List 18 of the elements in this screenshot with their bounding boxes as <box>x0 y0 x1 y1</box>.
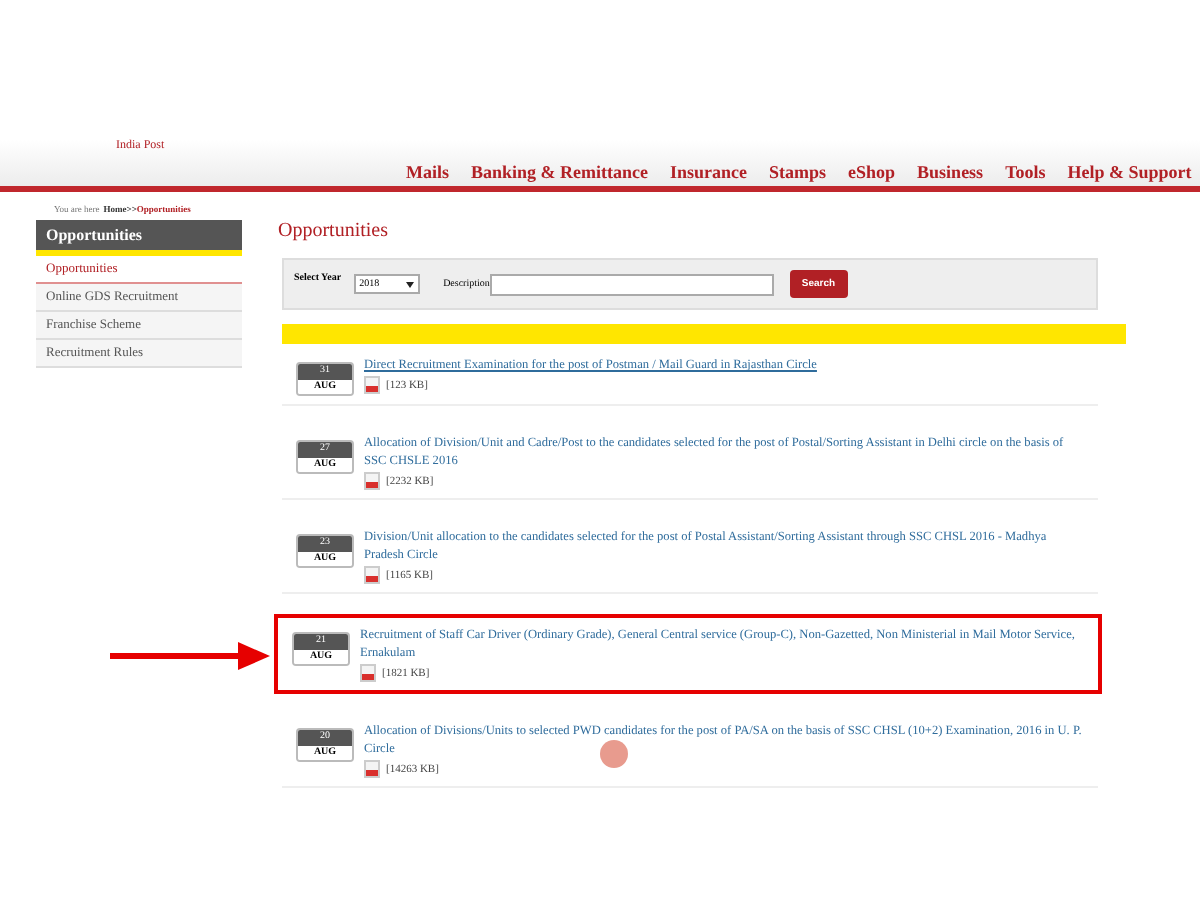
nav-link[interactable]: Mails <box>406 162 449 182</box>
nav-link[interactable]: Insurance <box>670 162 748 182</box>
sidebar-title: Opportunities <box>36 220 242 256</box>
nav-link[interactable]: Business <box>917 162 984 182</box>
caret-icon <box>405 281 414 287</box>
pdf-icon[interactable] <box>364 472 380 490</box>
nav-link[interactable]: Help & Support <box>1067 162 1192 182</box>
nav-link[interactable]: Tools <box>1005 162 1046 182</box>
nav-link[interactable]: Stamps <box>769 162 827 182</box>
pdf-icon[interactable] <box>360 664 376 682</box>
pdf-icon[interactable] <box>364 760 380 778</box>
arrow-icon <box>110 642 270 670</box>
nav-link[interactable]: Banking & Remittance <box>471 162 648 182</box>
pdf-icon[interactable] <box>364 566 380 584</box>
page-title: Opportunities <box>278 220 390 242</box>
nav-link[interactable]: eShop <box>848 162 896 182</box>
pdf-icon[interactable] <box>364 376 380 394</box>
description-field[interactable] <box>489 273 774 295</box>
